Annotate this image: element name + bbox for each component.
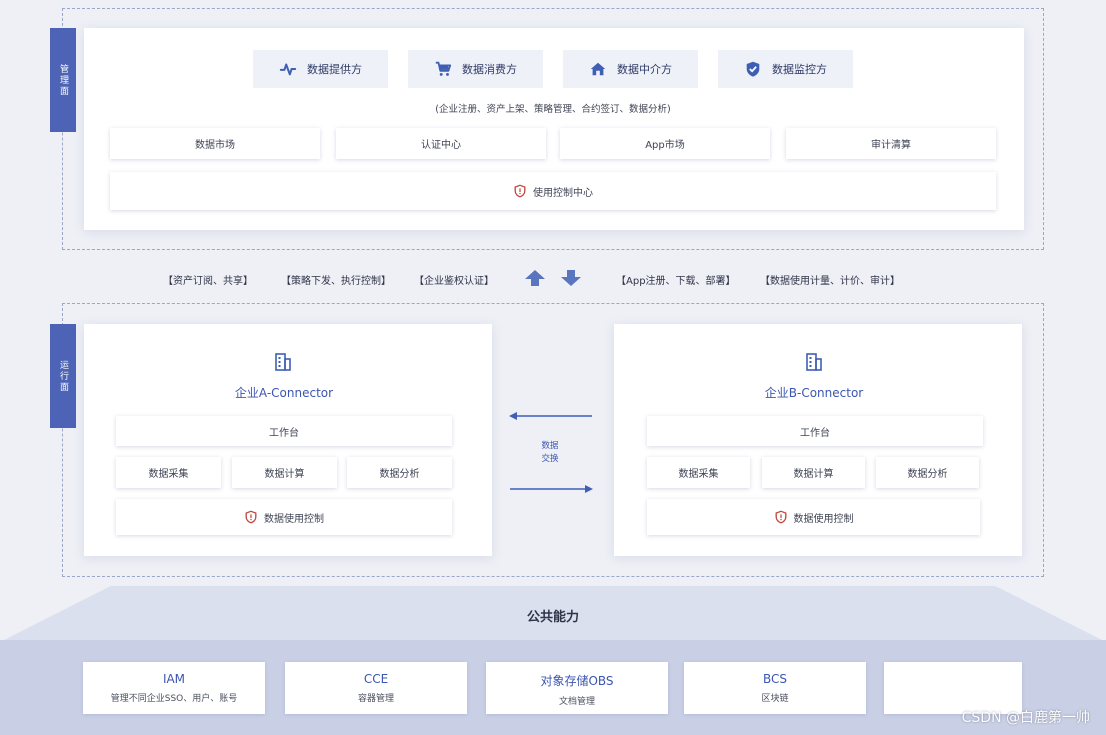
- function-label: 数据分析: [379, 469, 420, 480]
- shield-alert-icon: [775, 510, 786, 524]
- usage-control-center[interactable]: 使用控制中心: [110, 172, 996, 210]
- service-desc: 区块链: [761, 694, 789, 704]
- interaction-policy-dispatch: 【策略下发、执行控制】: [281, 276, 391, 287]
- shield-check-icon: [746, 61, 760, 77]
- building-icon: [806, 353, 822, 371]
- data-exchange-label: 数据 交换: [530, 440, 570, 466]
- watermark: CSDN @白鹿第一帅: [961, 710, 1090, 726]
- role-data-consumer[interactable]: 数据消费方: [408, 50, 543, 88]
- function-label: 数据计算: [793, 469, 834, 480]
- management-subtitle: (企业注册、资产上架、策略管理、合约签订、数据分析): [435, 104, 671, 115]
- connector-b-usage-control[interactable]: 数据使用控制: [647, 499, 980, 535]
- building-icon: [275, 353, 291, 371]
- role-label: 数据监控方: [772, 63, 827, 76]
- module-auth-center[interactable]: 认证中心: [336, 128, 546, 159]
- activity-icon: [279, 63, 297, 76]
- service-name: 对象存储OBS: [540, 674, 614, 688]
- function-label: 数据分析: [907, 469, 948, 480]
- usage-control-label: 数据使用控制: [264, 513, 324, 525]
- connector-a-data-collect[interactable]: 数据采集: [116, 457, 221, 488]
- module-label: 数据市场: [195, 140, 235, 151]
- control-center-label: 使用控制中心: [533, 187, 593, 199]
- home-icon: [590, 62, 606, 76]
- service-desc: 容器管理: [357, 694, 394, 704]
- connector-b-data-compute[interactable]: 数据计算: [762, 457, 865, 488]
- module-label: 认证中心: [421, 140, 461, 151]
- role-data-provider[interactable]: 数据提供方: [253, 50, 388, 88]
- service-desc: 文档管理: [558, 697, 595, 707]
- cart-icon: [435, 61, 452, 76]
- service-iam[interactable]: IAM 管理不同企业SSO、用户、账号: [83, 662, 265, 714]
- workbench-label: 工作台: [269, 427, 299, 439]
- interaction-enterprise-auth: 【企业鉴权认证】: [414, 276, 494, 287]
- connector-a-data-analysis[interactable]: 数据分析: [347, 457, 452, 488]
- service-bcs[interactable]: BCS 区块链: [684, 662, 866, 714]
- module-app-market[interactable]: App市场: [560, 128, 770, 159]
- service-name: BCS: [762, 672, 788, 686]
- connector-b-data-analysis[interactable]: 数据分析: [876, 457, 979, 488]
- management-plane-tag: 管理面: [50, 28, 76, 132]
- exchange-arrow-right: [510, 485, 593, 493]
- management-plane-label: 管理面: [58, 63, 68, 97]
- interaction-app-registration: 【App注册、下载、部署】: [616, 276, 736, 287]
- role-label: 数据提供方: [307, 63, 362, 76]
- connector-a-usage-control[interactable]: 数据使用控制: [116, 499, 452, 535]
- module-label: 审计清算: [871, 140, 911, 151]
- function-label: 数据采集: [148, 469, 189, 480]
- module-data-market[interactable]: 数据市场: [110, 128, 320, 159]
- service-cce[interactable]: CCE 容器管理: [285, 662, 467, 714]
- public-capabilities-title: 公共能力: [526, 610, 579, 625]
- connector-a-workbench[interactable]: 工作台: [116, 416, 452, 446]
- usage-control-label: 数据使用控制: [793, 513, 854, 525]
- service-desc: 管理不同企业SSO、用户、账号: [110, 694, 238, 704]
- interaction-asset-subscription: 【资产订阅、共享】: [163, 276, 253, 287]
- shield-alert-icon: [514, 184, 526, 198]
- connector-b-title: 企业B-Connector: [764, 386, 864, 400]
- role-data-broker[interactable]: 数据中介方: [563, 50, 698, 88]
- service-obs[interactable]: 对象存储OBS 文档管理: [486, 662, 668, 714]
- up-arrow-icon: [525, 270, 545, 286]
- role-label: 数据中介方: [617, 63, 672, 76]
- runtime-plane-label: 运行面: [58, 359, 68, 393]
- role-label: 数据消费方: [462, 63, 517, 76]
- function-label: 数据计算: [264, 469, 305, 480]
- connector-b-data-collect[interactable]: 数据采集: [647, 457, 750, 488]
- workbench-label: 工作台: [800, 427, 830, 439]
- connector-a-data-compute[interactable]: 数据计算: [232, 457, 337, 488]
- module-audit-settlement[interactable]: 审计清算: [786, 128, 996, 159]
- exchange-line-2: 交换: [541, 454, 559, 464]
- exchange-line-1: 数据: [541, 441, 559, 451]
- down-arrow-icon: [561, 270, 581, 286]
- runtime-plane-tag: 运行面: [50, 324, 76, 428]
- connector-b-workbench[interactable]: 工作台: [647, 416, 983, 446]
- shield-alert-icon: [245, 510, 257, 524]
- service-name: CCE: [363, 672, 389, 686]
- service-name: IAM: [162, 672, 186, 686]
- interaction-usage-metering: 【数据使用计量、计价、审计】: [760, 276, 900, 287]
- connector-a-title: 企业A-Connector: [234, 386, 334, 400]
- module-label: App市场: [645, 140, 685, 151]
- function-label: 数据采集: [678, 469, 719, 480]
- exchange-arrow-left: [509, 412, 592, 420]
- role-data-monitor[interactable]: 数据监控方: [718, 50, 853, 88]
